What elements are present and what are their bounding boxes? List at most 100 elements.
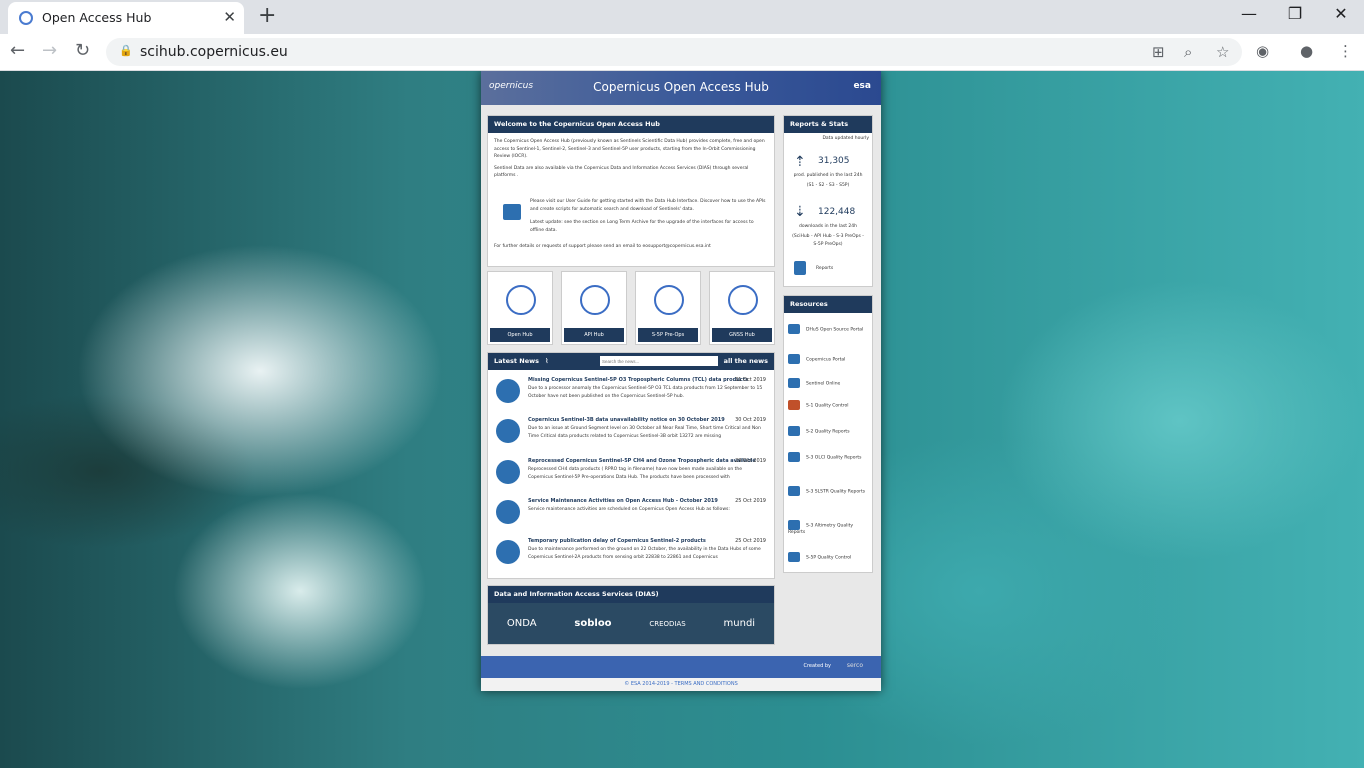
minimize-icon[interactable]: — [1226,4,1272,23]
hub-card-gnss-hub[interactable]: GNSS Hub [709,271,775,345]
maximize-icon[interactable]: ❐ [1272,4,1318,23]
forward-icon[interactable]: → [42,40,57,61]
news-item[interactable]: Reprocessed Copernicus Sentinel-5P CH4 a… [488,458,774,498]
news-item[interactable]: Temporary publication delay of Copernicu… [488,538,774,578]
address-bar[interactable]: 🔒 scihub.copernicus.eu ⊞ ⌕ ☆ [106,38,1242,66]
news-header: Latest News ⌇ all the news [488,353,774,370]
profile-icon[interactable]: ● [1300,42,1313,60]
news-item[interactable]: Service Maintenance Activities on Open A… [488,498,774,538]
copernicus-icon [788,354,800,364]
s5p-icon [788,552,800,562]
dias-providers: ONDA sobloo CREODIAS mundi [488,603,774,644]
dl-label: downloads in the last 24h [798,224,857,229]
dias-panel: Data and Information Access Services (DI… [487,585,775,645]
stats-updated: Data updated hourly [822,136,869,141]
resource-label[interactable]: DHuS Open Source Portal [806,328,863,333]
resource-label[interactable]: S-3 OLCI Quality Reports [806,456,862,461]
news-text: Service maintenance activities are sched… [528,507,730,512]
resource-link[interactable]: Copernicus Portal [788,354,870,364]
news-text: Reprocessed CH4 data products ( RPRO tag… [528,467,743,480]
zoom-icon[interactable]: ⌕ [1184,43,1192,61]
welcome-heading: Welcome to the Copernicus Open Access Hu… [488,116,774,133]
resource-label[interactable]: Sentinel Online [806,382,840,387]
footer-bar: Created by serco [481,656,881,678]
esa-icon [788,378,800,388]
bookmark-star-icon[interactable]: ☆ [1216,43,1229,61]
news-title[interactable]: Service Maintenance Activities on Open A… [528,498,718,504]
news-item[interactable]: Missing Copernicus Sentinel-5P O3 Tropos… [488,377,774,417]
news-title[interactable]: Copernicus Sentinel-3B data unavailabili… [528,417,725,423]
back-icon[interactable]: ← [10,40,25,61]
rss-icon[interactable]: ⌇ [545,357,548,365]
site-container: opernicus Copernicus Open Access Hub esa… [481,71,881,691]
news-panel: Latest News ⌇ all the news Missing Coper… [487,352,775,579]
welcome-p3: Please visit our User Guide for getting … [530,199,766,212]
resource-label[interactable]: Copernicus Portal [806,358,845,363]
resource-link[interactable]: S-3 OLCI Quality Reports [788,452,870,462]
pub-label: prod. published in the last 24h [793,173,863,178]
hub-card-api-hub[interactable]: API Hub [561,271,627,345]
reports-link[interactable]: Reports [816,265,833,273]
satellite-icon [496,419,520,443]
browser-tab[interactable]: Open Access Hub ✕ [8,2,244,34]
extension-icon[interactable]: ◉ [1256,42,1269,60]
news-title[interactable]: Reprocessed Copernicus Sentinel-5P CH4 a… [528,458,756,464]
serco-logo[interactable]: serco [847,662,863,669]
hub-label: Open Hub [490,328,550,342]
tools-icon [496,500,520,524]
pub-sub: (S1 - S2 - S3 - S5P) [806,183,850,188]
welcome-panel: Welcome to the Copernicus Open Access Hu… [487,115,775,267]
copernicus-favicon-icon [19,11,33,25]
news-date: 25 Oct 2019 [735,498,766,504]
news-text: Due to maintenance performed on the grou… [528,547,761,560]
resources-heading: Resources [784,296,872,313]
orbit-icon [728,285,758,315]
news-date: 25 Oct 2019 [735,538,766,544]
hub-label: GNSS Hub [712,328,772,342]
dl-sub: (SciHub - API Hub - S-3 PreOps - S-5P Pr… [792,234,864,247]
news-title[interactable]: Temporary publication delay of Copernicu… [528,538,706,544]
dl-count: 122,448 [818,207,856,217]
news-heading: Latest News [494,357,540,365]
resource-link[interactable]: S-2 Quality Reports [788,426,870,436]
resource-link[interactable]: S-1 Quality Control [788,400,870,410]
satellite-icon [654,285,684,315]
menu-icon[interactable]: ⋮ [1338,42,1353,60]
resource-link[interactable]: Sentinel Online [788,378,870,388]
dias-sobloo[interactable]: sobloo [574,618,611,629]
resource-link[interactable]: DHuS Open Source Portal [788,324,870,334]
download-icon: ⇣ [794,204,806,220]
news-title[interactable]: Missing Copernicus Sentinel-5P O3 Tropos… [528,377,748,383]
resource-label[interactable]: S-5P Quality Control [806,556,851,561]
new-tab-icon[interactable]: + [258,4,276,28]
site-header: opernicus Copernicus Open Access Hub esa [481,71,881,105]
welcome-p4: Latest update: see the section on Long T… [530,220,754,233]
hub-card-open-hub[interactable]: Open Hub [487,271,553,345]
close-window-icon[interactable]: ✕ [1318,4,1364,23]
dias-mundi[interactable]: mundi [724,618,756,629]
resource-link[interactable]: S-3 SLSTR Quality Reports [788,486,870,496]
olci-icon [788,452,800,462]
translate-icon[interactable]: ⊞ [1152,43,1165,61]
resource-label[interactable]: S-1 Quality Control [806,404,849,409]
hub-card-s5p-preops[interactable]: S-5P Pre-Ops [635,271,701,345]
tab-title: Open Access Hub [42,10,152,25]
news-item[interactable]: Copernicus Sentinel-3B data unavailabili… [488,417,774,457]
news-search-input[interactable] [600,356,718,366]
dias-onda[interactable]: ONDA [507,618,537,629]
reload-icon[interactable]: ↻ [75,40,90,61]
resource-label[interactable]: S-2 Quality Reports [806,430,850,435]
copyright[interactable]: © ESA 2014-2019 - TERMS AND CONDITIONS [481,678,881,691]
dias-creodias[interactable]: CREODIAS [649,620,685,628]
lock-icon: 🔒 [119,44,133,57]
dias-heading: Data and Information Access Services (DI… [488,586,774,603]
all-news-link[interactable]: all the news [724,357,768,365]
url-text: scihub.copernicus.eu [140,44,288,60]
esa-logo[interactable]: esa [853,81,871,91]
resource-label[interactable]: S-3 SLSTR Quality Reports [806,490,865,495]
pdgs-icon [788,400,800,410]
resource-link[interactable]: S-3 Altimetry Quality Reports [788,520,870,535]
close-tab-icon[interactable]: ✕ [223,8,236,26]
news-date: 29 Oct 2019 [735,458,766,464]
resource-link[interactable]: S-5P Quality Control [788,552,870,562]
